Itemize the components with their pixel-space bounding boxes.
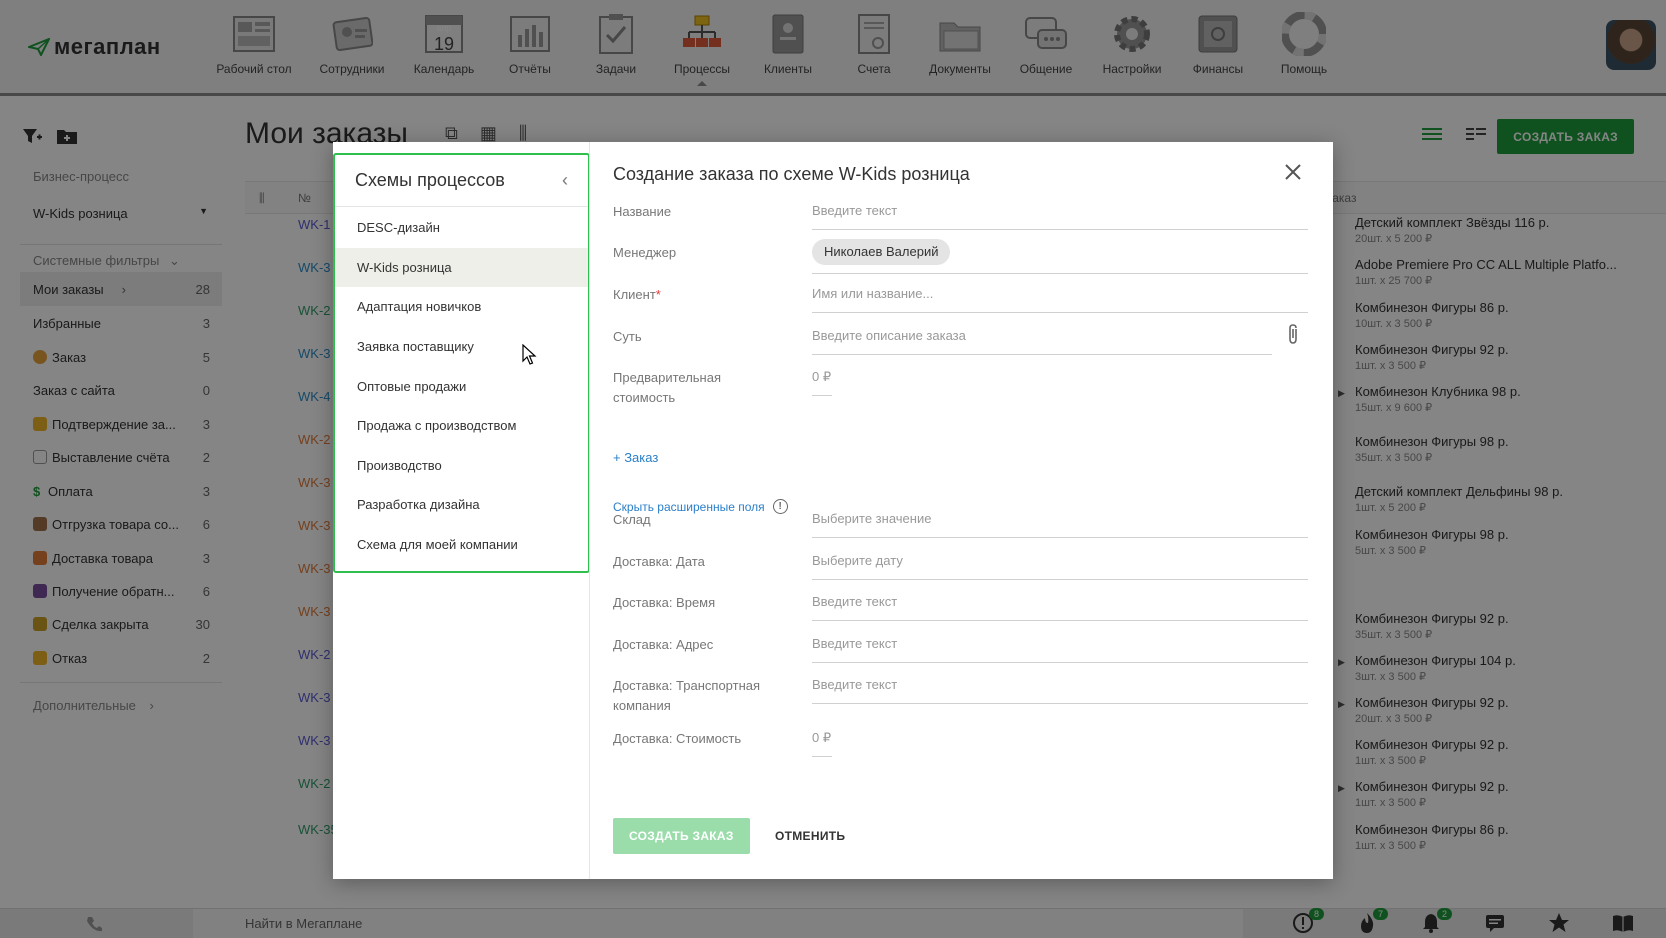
schemes-header: Схемы процессов ‹ <box>335 155 588 207</box>
process-schemes-panel: Схемы процессов ‹ DESC-дизайн W-Kids роз… <box>333 153 590 573</box>
required-marker: * <box>655 287 661 302</box>
field-label: Доставка: Транспортная компания <box>613 676 783 716</box>
scheme-item[interactable]: Заявка поставщику <box>335 327 588 367</box>
scheme-item[interactable]: DESC-дизайн <box>335 208 588 248</box>
scheme-item[interactable]: Адаптация новичков <box>335 287 588 327</box>
essence-input[interactable]: Введите описание заказа <box>812 326 1272 355</box>
cancel-button[interactable]: ОТМЕНИТЬ <box>765 818 855 854</box>
create-order-modal: Схемы процессов ‹ DESC-дизайн W-Kids роз… <box>333 142 1333 879</box>
schemes-title: Схемы процессов <box>355 170 505 190</box>
manager-chip[interactable]: Николаев Валерий <box>812 239 951 265</box>
prelim-cost-input[interactable]: 0 ₽ <box>812 367 832 396</box>
add-order-link[interactable]: + Заказ <box>613 450 658 465</box>
label-line: стоимость <box>613 390 676 405</box>
delivery-company-input[interactable]: Введите текст <box>812 675 1308 704</box>
schemes-list: DESC-дизайн W-Kids розница Адаптация нов… <box>335 207 588 564</box>
delivery-date-input[interactable]: Выберите дату <box>812 551 1308 580</box>
scheme-item[interactable]: Схема для моей компании <box>335 525 588 565</box>
mouse-cursor-icon <box>522 344 537 365</box>
scheme-item[interactable]: Продажа с производством <box>335 406 588 446</box>
field-label: Суть <box>613 329 642 344</box>
field-label: Доставка: Дата <box>613 554 705 569</box>
modal-divider <box>589 142 590 879</box>
delivery-address-input[interactable]: Введите текст <box>812 634 1308 663</box>
field-label: Предварительная стоимость <box>613 368 783 408</box>
form-title: Создание заказа по схеме W-Kids розница <box>613 164 970 184</box>
label-line: компания <box>613 698 671 713</box>
delivery-cost-input[interactable]: 0 ₽ <box>812 728 832 757</box>
label-line: Доставка: Транспортная <box>613 678 761 693</box>
field-label: Доставка: Время <box>613 595 716 610</box>
delivery-time-input[interactable]: Введите текст <box>812 592 1308 621</box>
field-label: Клиент* <box>613 285 783 305</box>
scheme-item[interactable]: Разработка дизайна <box>335 485 588 525</box>
manager-field[interactable]: Николаев Валерий <box>812 239 1308 274</box>
submit-create-order-button[interactable]: СОЗДАТЬ ЗАКАЗ <box>613 818 750 854</box>
field-label: Доставка: Адрес <box>613 637 714 652</box>
client-label-text: Клиент <box>613 287 656 302</box>
create-order-form: Создание заказа по схеме W-Kids розница … <box>613 142 1313 879</box>
field-label: Название <box>613 204 672 219</box>
field-label: Доставка: Стоимость <box>613 731 742 746</box>
label-line: Предварительная <box>613 370 721 385</box>
field-label: Менеджер <box>613 245 677 260</box>
scheme-item-selected[interactable]: W-Kids розница <box>335 247 588 288</box>
close-icon[interactable] <box>1281 160 1305 184</box>
paperclip-icon[interactable] <box>1286 324 1300 346</box>
chevron-left-icon[interactable]: ‹ <box>562 170 568 191</box>
scheme-item[interactable]: Оптовые продажи <box>335 366 588 406</box>
warehouse-select[interactable]: Выберите значение <box>812 509 1308 538</box>
client-input[interactable]: Имя или название... <box>812 284 1308 313</box>
scheme-item[interactable]: Производство <box>335 446 588 486</box>
field-label: Склад <box>613 512 651 527</box>
name-input[interactable]: Введите текст <box>812 201 1308 230</box>
